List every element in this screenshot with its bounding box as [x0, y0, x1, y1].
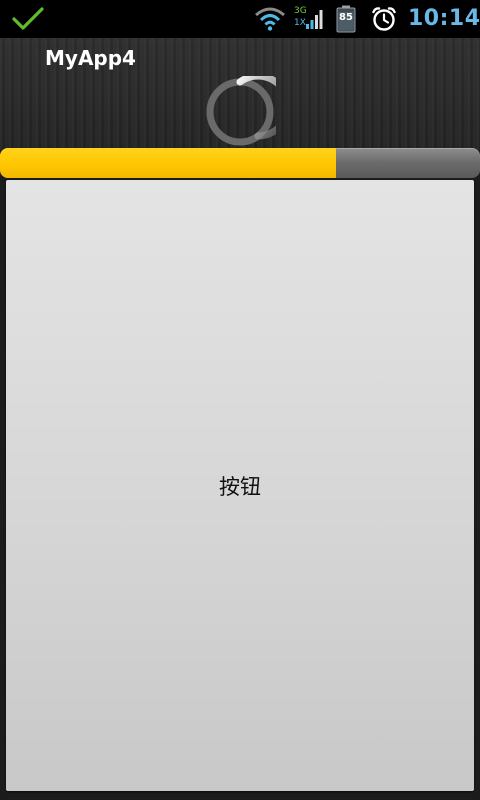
- progress-bar: [0, 148, 480, 178]
- battery-level: 85: [339, 12, 353, 23]
- alarm-clock-icon: [372, 7, 396, 31]
- app-title: MyApp4: [45, 46, 136, 70]
- clock: 10:14: [408, 6, 480, 31]
- main-button[interactable]: 按钮: [6, 180, 474, 791]
- wifi-icon: [255, 7, 285, 31]
- checkmark-icon: [12, 7, 44, 30]
- progress-bar-fill: [0, 148, 336, 178]
- loading-spinner-icon: [206, 76, 276, 146]
- main-button-label: 按钮: [219, 474, 261, 499]
- status-bar: 3G 1X 85 10:14: [0, 0, 480, 38]
- title-bar: MyApp4: [0, 38, 480, 150]
- signal-icon: [306, 10, 323, 29]
- screen: 3G 1X 85 10:14 MyApp4 按钮: [0, 0, 480, 800]
